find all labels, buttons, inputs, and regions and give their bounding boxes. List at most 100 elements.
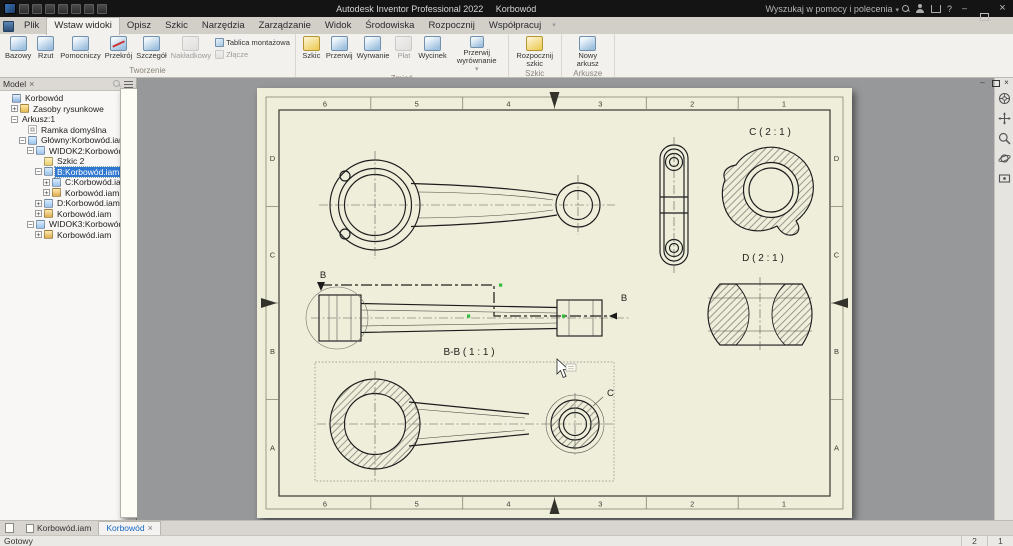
svg-text:1: 1 xyxy=(782,100,786,109)
open-icon[interactable] xyxy=(32,4,42,14)
tab-szkic[interactable]: Szkic xyxy=(158,18,195,34)
zoom-icon[interactable] xyxy=(998,132,1011,145)
border-icon xyxy=(28,125,37,134)
projected-view-button[interactable]: Rzut xyxy=(33,35,58,61)
base-view-button[interactable]: Bazowy xyxy=(3,35,33,61)
application-menu-icon[interactable] xyxy=(3,21,14,32)
tab-srodowiska[interactable]: Środowiska xyxy=(358,18,421,34)
tree-item-widok2[interactable]: WIDOK2:Korbowód.iam xyxy=(0,146,136,157)
navigation-wheel-icon[interactable] xyxy=(998,92,1011,105)
dropdown-caret-icon[interactable] xyxy=(475,65,479,73)
tab-zarzadzanie[interactable]: Zarządzanie xyxy=(252,18,318,34)
pan-icon[interactable] xyxy=(998,112,1011,125)
graphics-canvas[interactable]: 6 5 4 3 2 1 6 5 4 3 2 1 D C B xyxy=(137,78,994,520)
drawing-sheet[interactable]: 6 5 4 3 2 1 6 5 4 3 2 1 D C B xyxy=(257,88,852,518)
cart-icon[interactable] xyxy=(931,5,941,13)
drawing-sheet-svg[interactable]: 6 5 4 3 2 1 6 5 4 3 2 1 D C B xyxy=(257,88,852,518)
expander-icon[interactable] xyxy=(27,147,34,154)
inventor-app-window: Autodesk Inventor Professional 2022 Korb… xyxy=(0,0,1013,546)
expander-icon[interactable] xyxy=(11,105,18,112)
tree-item-root[interactable]: Korbowód xyxy=(0,93,136,104)
tab-opisz[interactable]: Opisz xyxy=(120,18,158,34)
tab-wstaw-widoki[interactable]: Wstaw widoki xyxy=(46,17,120,35)
look-at-icon[interactable] xyxy=(998,172,1011,185)
doc-tab-korbowod-iam[interactable]: Korbowód.iam xyxy=(19,522,98,535)
browser-search-icon[interactable] xyxy=(113,80,121,88)
group-label-tworzenie[interactable]: Tworzenie xyxy=(3,66,292,77)
profile-view[interactable]: B B xyxy=(306,270,629,349)
new-file-icon[interactable] xyxy=(19,4,29,14)
sheet-quick-icon[interactable] xyxy=(5,523,14,533)
tree-item-section-b-view[interactable]: B:Korbowód.iam xyxy=(0,167,136,178)
search-label: Wyszukaj w pomocy i polecenia xyxy=(765,4,892,14)
user-icon[interactable] xyxy=(916,4,925,13)
tree-item-assembly[interactable]: Korbowód.iam xyxy=(0,188,136,199)
break-alignment-button[interactable]: Przerwij wyrównanie xyxy=(449,35,505,74)
expander-icon[interactable] xyxy=(35,168,42,175)
expander-icon[interactable] xyxy=(35,210,42,217)
search-icon[interactable] xyxy=(902,5,910,13)
expander-icon[interactable] xyxy=(43,189,50,196)
crop-button[interactable]: Wycinek xyxy=(416,35,448,61)
mouse-cursor xyxy=(557,359,576,378)
tree-item-sheet1[interactable]: Arkusz:1 xyxy=(0,114,136,125)
detail-view-button[interactable]: Szczegół xyxy=(134,35,168,61)
tree-item-sketch2[interactable]: Szkic 2 xyxy=(0,156,136,167)
front-view[interactable] xyxy=(319,151,615,259)
tree-item-default-border[interactable]: Ramka domyślna xyxy=(0,125,136,136)
undo-icon[interactable] xyxy=(58,4,68,14)
tree-item-main-view[interactable]: Główny:Korbowód.iam xyxy=(0,135,136,146)
help-search[interactable]: Wyszukaj w pomocy i polecenia xyxy=(765,4,910,14)
tab-wspolpracuj[interactable]: Współpracuj xyxy=(482,18,548,34)
doc-restore-icon[interactable] xyxy=(989,78,1000,88)
save-icon[interactable] xyxy=(45,4,55,14)
print-icon[interactable] xyxy=(84,4,94,14)
tree-item-widok3[interactable]: WIDOK3:Korbowód.iam xyxy=(0,219,136,230)
svg-text:A: A xyxy=(270,443,275,452)
redo-icon[interactable] xyxy=(71,4,81,14)
update-icon[interactable] xyxy=(97,4,107,14)
tab-close-icon[interactable] xyxy=(148,523,153,533)
expander-icon[interactable] xyxy=(43,179,50,186)
svg-text:D: D xyxy=(270,154,276,163)
tree-item-drawing-resources[interactable]: Zasoby rysunkowe xyxy=(0,104,136,115)
cap-view[interactable] xyxy=(660,137,688,273)
help-icon[interactable] xyxy=(947,4,952,14)
auxiliary-view-button[interactable]: Pomocniczy xyxy=(58,35,102,61)
ribbon-options-icon[interactable] xyxy=(548,19,560,34)
tree-item-detail-d-view[interactable]: D:Korbowód.iam xyxy=(0,198,136,209)
tree-item-assembly[interactable]: Korbowód.iam xyxy=(0,209,136,220)
close-icon[interactable] xyxy=(996,1,1009,16)
break-out-button[interactable]: Wyrwanie xyxy=(355,35,392,61)
browser-close-icon[interactable] xyxy=(29,79,34,89)
ribbon: Bazowy Rzut Pomocniczy Przekrój Szczegół xyxy=(0,34,1013,78)
tab-narzedzia[interactable]: Narzędzia xyxy=(195,18,252,34)
doc-minimize-icon[interactable] xyxy=(977,78,988,88)
tree-item-assembly[interactable]: Korbowód.iam xyxy=(0,230,136,241)
tab-plik[interactable]: Plik xyxy=(17,18,46,34)
tree-item-detail-c-view[interactable]: C:Korbowód.iam xyxy=(0,177,136,188)
expander-icon[interactable] xyxy=(35,231,42,238)
sketch-modify-button[interactable]: Szkic xyxy=(299,35,324,61)
orbit-icon[interactable] xyxy=(998,152,1011,165)
browser-menu-icon[interactable] xyxy=(124,81,133,88)
break-button[interactable]: Przerwij xyxy=(324,35,355,61)
tab-widok[interactable]: Widok xyxy=(318,18,358,34)
new-sheet-button[interactable]: Nowy arkusz xyxy=(565,35,611,69)
detail-c-view[interactable]: C ( 2 : 1 ) xyxy=(722,127,813,235)
section-view-button[interactable]: Przekrój xyxy=(103,35,135,61)
minimize-icon[interactable] xyxy=(958,1,971,16)
expander-icon[interactable] xyxy=(35,200,42,207)
expander-icon[interactable] xyxy=(27,221,34,228)
draft-view-button[interactable]: Tablica montażowa xyxy=(213,37,292,48)
svg-text:6: 6 xyxy=(323,500,327,509)
doc-close-icon[interactable] xyxy=(1001,78,1012,88)
detail-d-view[interactable]: D ( 2 : 1 ) xyxy=(708,253,812,352)
search-caret-icon[interactable] xyxy=(895,4,899,14)
tab-rozpocznij[interactable]: Rozpocznij xyxy=(421,18,481,34)
start-sketch-button[interactable]: Rozpocznij szkic xyxy=(512,35,558,69)
expander-icon[interactable] xyxy=(11,116,18,123)
expander-icon[interactable] xyxy=(19,137,26,144)
view-icon xyxy=(44,167,53,176)
doc-tab-korbowod-drawing[interactable]: Korbowód xyxy=(98,521,161,535)
